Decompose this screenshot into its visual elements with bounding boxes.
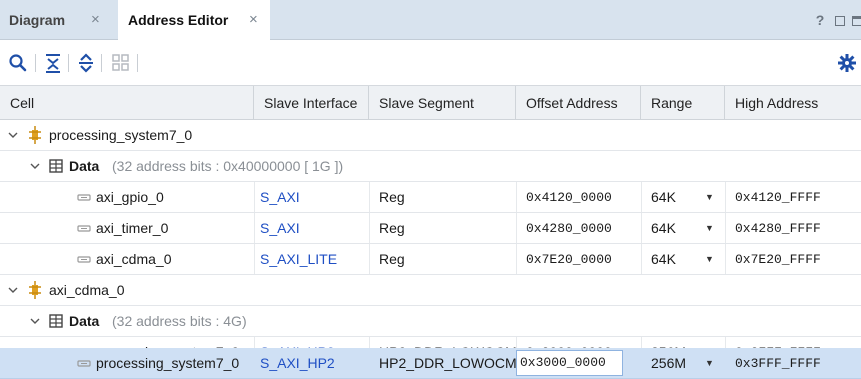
chevron-down-icon[interactable] xyxy=(28,306,42,336)
high-address: 0x7E20_FFFF xyxy=(735,252,821,267)
tab-diagram[interactable]: Diagram × xyxy=(0,0,118,40)
offset-address-field[interactable]: 0x7E20_0000 xyxy=(526,244,612,275)
toolbar-separator xyxy=(35,54,36,72)
column-header-high-address[interactable]: High Address xyxy=(725,86,861,120)
table-row[interactable]: axi_gpio_0 S_AXI Reg 0x4120_0000 64K ▼ 0… xyxy=(0,182,861,213)
high-address: 0x3FFF_FFFF xyxy=(735,356,821,371)
column-header-slave-segment[interactable]: Slave Segment xyxy=(369,86,516,120)
restore-icon[interactable] xyxy=(849,0,861,40)
column-header-range[interactable]: Range xyxy=(641,86,725,120)
search-icon[interactable] xyxy=(6,51,30,75)
maximize-icon[interactable] xyxy=(832,0,848,40)
table-row[interactable]: axi_cdma_0 S_AXI_LITE Reg 0x7E20_0000 64… xyxy=(0,244,861,275)
offset-address-value: 0x3000_0000 xyxy=(520,355,606,370)
table-row[interactable]: axi_timer_0 S_AXI Reg 0x4280_0000 64K ▼ … xyxy=(0,213,861,244)
address-space-label: Data xyxy=(69,158,100,174)
table-row-selected[interactable]: processing_system7_0 S_AXI_HP2 HP2_DDR_L… xyxy=(0,348,861,379)
cell-name: processing_system7_0 xyxy=(96,355,240,371)
offset-address-field[interactable]: 0x4120_0000 xyxy=(526,182,612,213)
offset-address-input[interactable]: 0x3000_0000 xyxy=(516,350,623,376)
toolbar-separator xyxy=(101,54,102,72)
toolbar-separator xyxy=(68,54,69,72)
chevron-down-icon[interactable] xyxy=(6,275,20,305)
chevron-down-icon[interactable]: ▼ xyxy=(705,182,714,213)
chevron-down-icon[interactable] xyxy=(28,151,42,181)
tree-row-master[interactable]: processing_system7_0 xyxy=(0,120,861,151)
address-space-detail: (32 address bits : 4G) xyxy=(112,313,247,329)
column-header-slave-interface[interactable]: Slave Interface xyxy=(254,86,369,120)
tab-address-editor[interactable]: Address Editor × xyxy=(118,0,270,41)
range-select[interactable]: 64K xyxy=(651,182,676,213)
toolbar xyxy=(0,40,861,86)
expand-all-icon[interactable] xyxy=(74,51,98,75)
address-space-icon xyxy=(49,314,63,328)
slave-segment: Reg xyxy=(379,220,405,236)
toolbar-separator xyxy=(137,54,138,72)
slave-interface-link[interactable]: S_AXI_LITE xyxy=(260,244,337,275)
ip-block-icon xyxy=(29,126,41,144)
column-header-offset-address[interactable]: Offset Address xyxy=(516,86,641,120)
tab-diagram-label: Diagram xyxy=(9,12,66,28)
offset-address-field[interactable]: 0x4280_0000 xyxy=(526,213,612,244)
master-name: axi_cdma_0 xyxy=(49,282,125,298)
tree-row-address-space[interactable]: Data (32 address bits : 0x40000000 [ 1G … xyxy=(0,151,861,182)
collapse-all-icon[interactable] xyxy=(41,51,65,75)
chevron-down-icon[interactable]: ▼ xyxy=(705,213,714,244)
gear-icon[interactable] xyxy=(835,51,859,75)
chevron-down-icon[interactable]: ▼ xyxy=(705,244,714,275)
cell-name: axi_timer_0 xyxy=(96,220,169,236)
range-select[interactable]: 64K xyxy=(651,213,676,244)
high-address: 0x4280_FFFF xyxy=(735,221,821,236)
slave-interface-link[interactable]: S_AXI xyxy=(260,182,300,213)
column-header-cell[interactable]: Cell xyxy=(0,86,254,120)
slave-segment: HP2_DDR_LOWOCM xyxy=(379,355,517,371)
tree-row-address-space[interactable]: Data (32 address bits : 4G) xyxy=(0,306,861,337)
range-select[interactable]: 64K xyxy=(651,244,676,275)
high-address: 0x4120_FFFF xyxy=(735,190,821,205)
segment-icon xyxy=(77,225,91,232)
ip-block-icon xyxy=(29,281,41,299)
chevron-down-icon[interactable] xyxy=(6,120,20,150)
tab-address-editor-label: Address Editor xyxy=(128,12,229,28)
cell-name: axi_gpio_0 xyxy=(96,189,164,205)
tab-bar: Diagram × Address Editor × ? xyxy=(0,0,861,41)
table-header: Cell Slave Interface Slave Segment Offse… xyxy=(0,86,861,120)
help-icon[interactable]: ? xyxy=(812,0,828,40)
tab-diagram-close-icon[interactable]: × xyxy=(91,0,100,40)
segment-icon xyxy=(77,194,91,201)
slave-segment: Reg xyxy=(379,251,405,267)
slave-interface-link[interactable]: S_AXI_HP2 xyxy=(260,348,335,379)
segment-icon xyxy=(77,360,91,367)
tree-row-master[interactable]: axi_cdma_0 xyxy=(0,275,861,306)
slave-segment: Reg xyxy=(379,189,405,205)
segment-icon xyxy=(77,256,91,263)
master-name: processing_system7_0 xyxy=(49,127,193,143)
chevron-down-icon[interactable]: ▼ xyxy=(705,348,714,379)
tab-address-editor-close-icon[interactable]: × xyxy=(249,0,258,40)
address-space-detail: (32 address bits : 0x40000000 [ 1G ]) xyxy=(112,158,344,174)
auto-assign-address-icon xyxy=(112,54,129,71)
range-select[interactable]: 256M xyxy=(651,348,686,379)
address-space-icon xyxy=(49,159,63,173)
cell-name: axi_cdma_0 xyxy=(96,251,172,267)
address-space-label: Data xyxy=(69,313,100,329)
slave-interface-link[interactable]: S_AXI xyxy=(260,213,300,244)
